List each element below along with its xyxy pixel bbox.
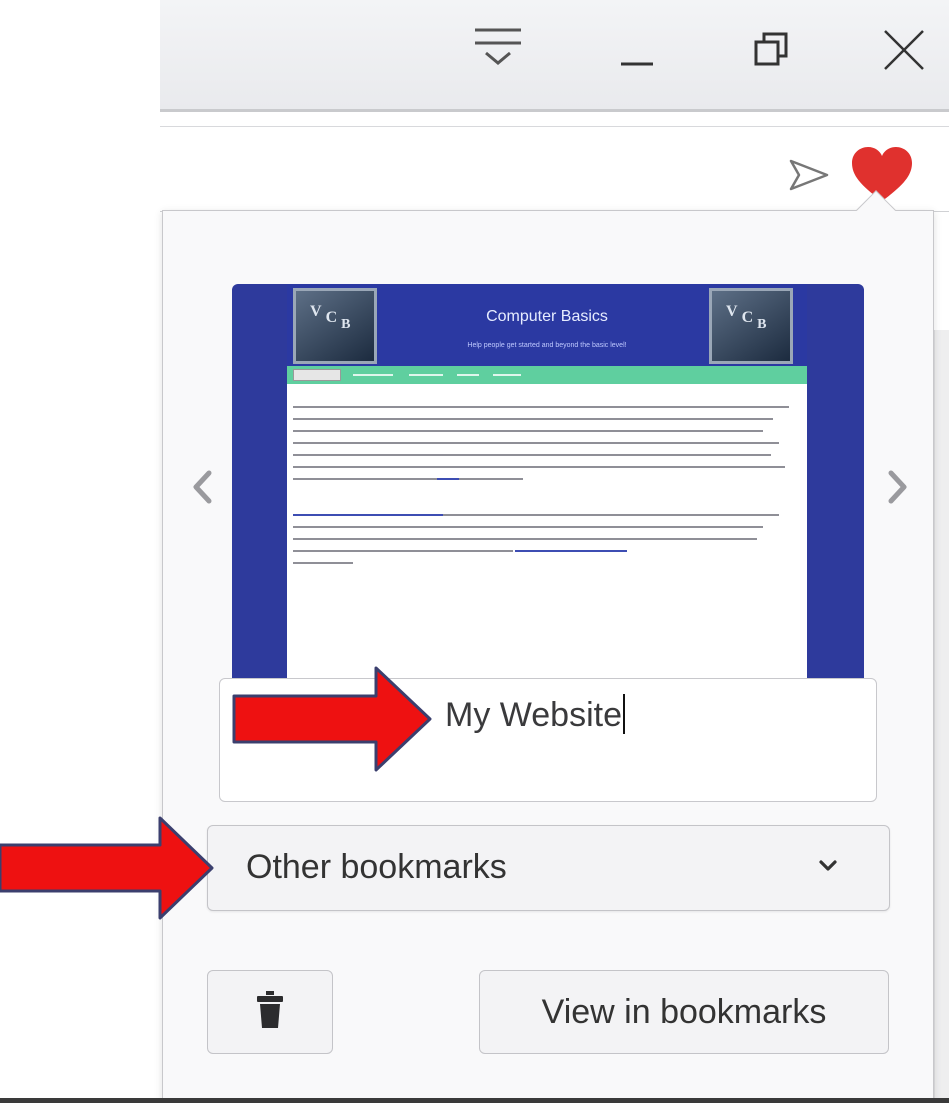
- thumbnail-nav-item: [353, 374, 393, 376]
- annotation-arrow-icon: [232, 666, 432, 772]
- minimize-icon[interactable]: [605, 18, 669, 82]
- annotation-arrow-icon: [0, 816, 214, 920]
- chevron-down-icon: [816, 854, 840, 878]
- close-icon[interactable]: [872, 18, 936, 82]
- delete-bookmark-button[interactable]: [207, 970, 333, 1054]
- page-scrollbar[interactable]: [934, 330, 949, 1100]
- screenshot: VCB Computer Basics Help people get star…: [0, 0, 949, 1103]
- bookmark-folder-value: Other bookmarks: [246, 848, 507, 886]
- overflow-menu-icon[interactable]: [466, 18, 530, 82]
- trash-icon: [257, 990, 283, 1034]
- thumbnail-nav-item: [493, 374, 521, 376]
- bookmark-name-value: My Website: [445, 694, 625, 735]
- thumbnail-nav-item: [409, 374, 443, 376]
- send-icon[interactable]: [786, 152, 832, 198]
- thumbnail-logo-right: VCB: [709, 288, 793, 364]
- thumbnail-header: VCB Computer Basics Help people get star…: [287, 284, 807, 366]
- restore-icon[interactable]: [740, 18, 804, 82]
- thumbnail-nav: [287, 366, 807, 384]
- previous-thumbnail-button[interactable]: [180, 462, 224, 512]
- bottom-edge: [0, 1098, 949, 1103]
- thumbnail-nav-tab: [293, 369, 341, 381]
- thumbnail-subtitle: Help people get started and beyond the b…: [467, 342, 627, 349]
- next-thumbnail-button[interactable]: [876, 462, 920, 512]
- thumbnail-logo-left: VCB: [293, 288, 377, 364]
- page-thumbnail: VCB Computer Basics Help people get star…: [232, 284, 864, 684]
- thumbnail-nav-item: [457, 374, 479, 376]
- text-caret: [622, 694, 625, 734]
- thumbnail-page: VCB Computer Basics Help people get star…: [287, 284, 807, 684]
- thumbnail-title: Computer Basics: [486, 308, 608, 325]
- title-bar: [160, 0, 949, 112]
- view-in-bookmarks-button[interactable]: View in bookmarks: [479, 970, 889, 1054]
